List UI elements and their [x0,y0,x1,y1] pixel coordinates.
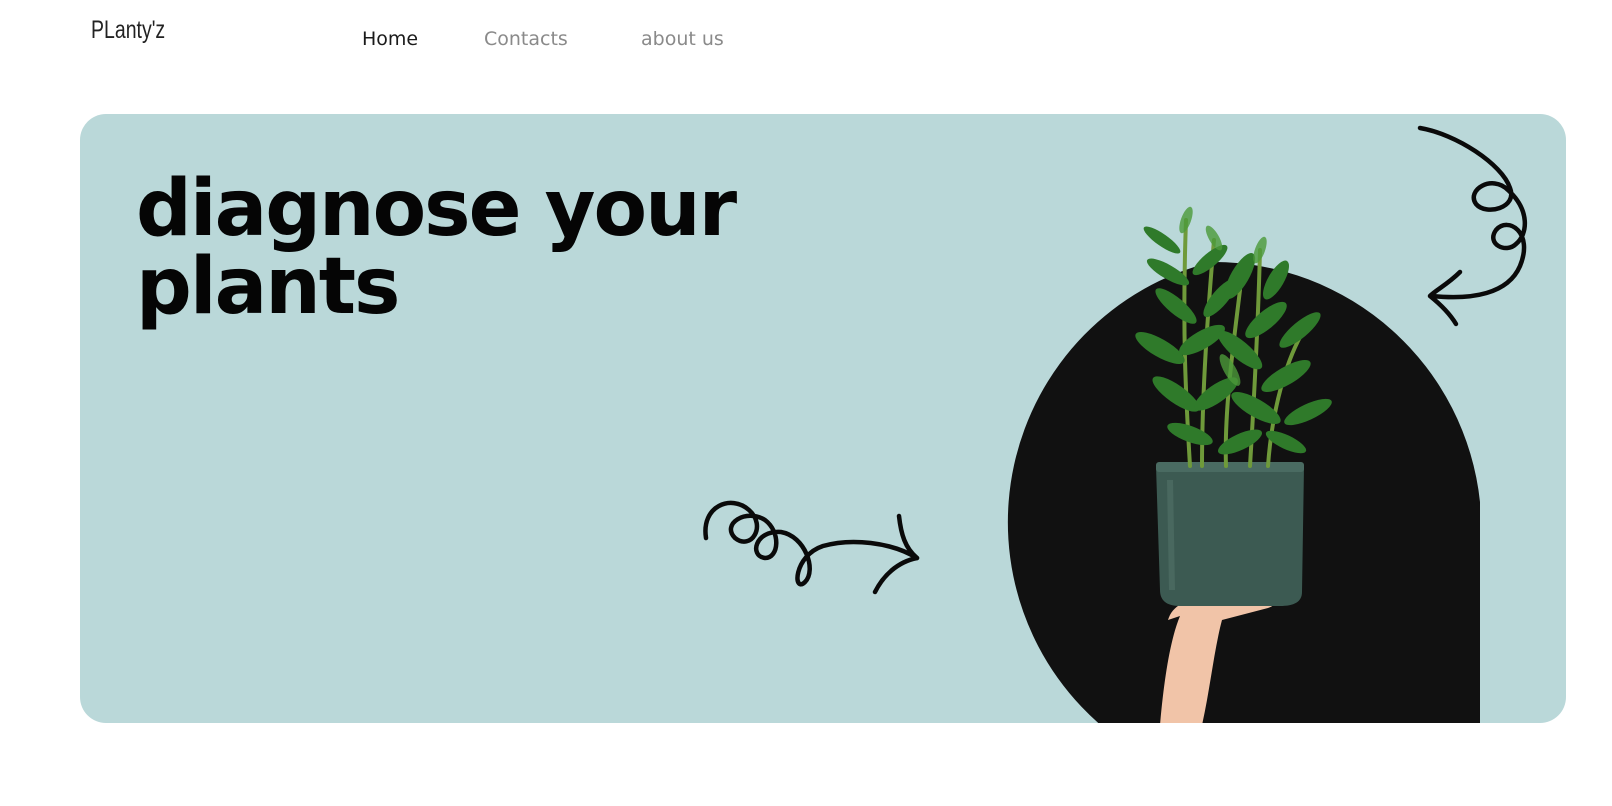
site-header: PLanty'z Home Contacts about us [0,0,1612,80]
hero-title-line-2: plants [136,242,400,332]
swirl-arrow-icon [1417,125,1528,327]
plant-pot-photo [1135,206,1332,723]
brand-logo[interactable]: PLanty'z [91,16,165,45]
hero-banner: diagnose your plants [80,114,1566,723]
nav-link-contacts[interactable]: Contacts [484,28,568,50]
swirl-arrow-icon [703,500,920,595]
nav-link-home[interactable]: Home [362,28,418,50]
nav-link-about-us[interactable]: about us [641,28,724,50]
hero-title: diagnose your plants [136,170,756,326]
hero-title-line-1: diagnose your [136,164,737,254]
